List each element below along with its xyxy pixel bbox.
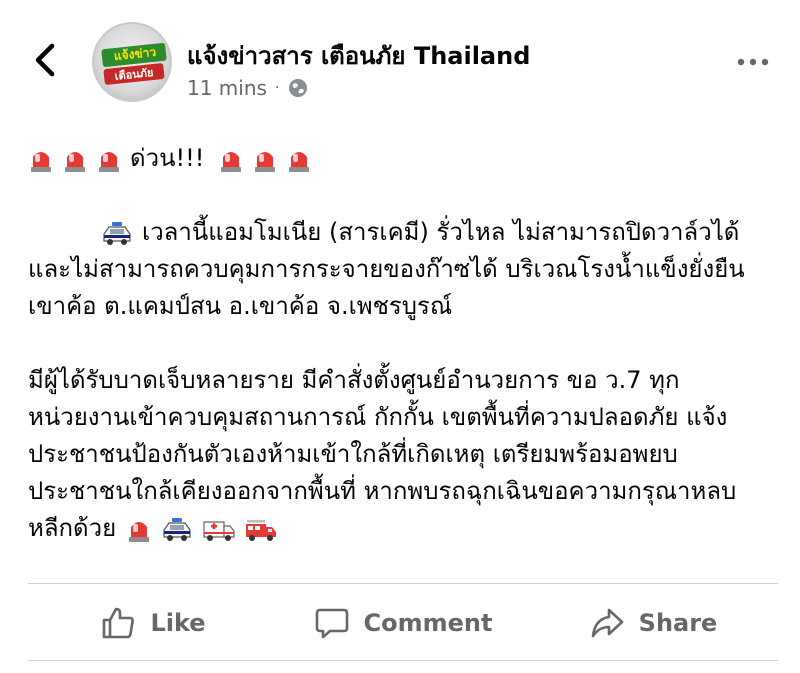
paragraph2-line: หน่วยงานเข้าควบคุมสถานการณ์ กักกั้น เขตพ… xyxy=(28,399,780,436)
paragraph2-line: หลีกด้วย xyxy=(28,510,780,547)
paragraph2-line-3: ประชาชนป้องกันตัวเองห้ามเข้าใกล้ที่เกิดเ… xyxy=(28,440,678,468)
paragraph1-line: เวลานี้แอมโมเนีย (สารเคมี) รั่วไหล ไม่สา… xyxy=(28,214,780,251)
paragraph2-line: ประชาชนป้องกันตัวเองห้ามเข้าใกล้ที่เกิดเ… xyxy=(28,436,780,473)
actions-bottom-divider xyxy=(28,660,778,661)
page-avatar[interactable]: แจ้งข่าว เตือนภัย xyxy=(92,22,172,102)
paragraph1-line-1: เวลานี้แอมโมเนีย (สารเคมี) รั่วไหล ไม่สา… xyxy=(142,218,740,246)
share-label: Share xyxy=(638,609,718,637)
police-car-icon xyxy=(163,517,191,541)
paragraph2-line-2: หน่วยงานเข้าควบคุมสถานการณ์ กักกั้น เขตพ… xyxy=(28,403,728,431)
police-car-light-icon xyxy=(289,151,310,172)
alert-text: ด่วน!!! xyxy=(130,144,205,172)
police-car-light-icon xyxy=(129,521,150,542)
thumbs-up-icon xyxy=(103,607,135,639)
police-car-icon xyxy=(103,221,131,245)
share-arrow-icon xyxy=(591,608,623,638)
back-arrow-icon[interactable] xyxy=(28,40,64,80)
meta-separator: · xyxy=(274,80,280,96)
comment-label: Comment xyxy=(363,609,493,637)
comment-bubble-icon xyxy=(315,608,348,639)
paragraph2-line: มีผู้ได้รับบาดเจ็บหลายราย มีคำสั่งตั้งศู… xyxy=(28,362,780,399)
paragraph2-line-1: มีผู้ได้รับบาดเจ็บหลายราย มีคำสั่งตั้งศู… xyxy=(28,366,680,394)
comment-button[interactable]: Comment xyxy=(278,585,528,661)
paragraph1-line: และไม่สามารถควบคุมการกระจายของก๊าซได้ บร… xyxy=(28,251,780,288)
ambulance-icon xyxy=(203,520,235,541)
share-button[interactable]: Share xyxy=(528,585,778,661)
post-actions-bar: Like Comment Share xyxy=(28,585,778,661)
paragraph1-line-2: และไม่สามารถควบคุมการกระจายของก๊าซได้ บร… xyxy=(28,255,745,283)
alert-line: ด่วน!!! xyxy=(28,140,780,177)
police-car-light-icon xyxy=(255,151,276,172)
globe-icon xyxy=(289,79,308,97)
like-button[interactable]: Like xyxy=(28,585,278,661)
post-header: แจ้งข่าว เตือนภัย แจ้งข่าวสาร เตือนภัย T… xyxy=(0,0,800,120)
paragraph2-line-4: ประชาชนใกล้เคียงออกจากพื้นที่ หากพบรถฉุก… xyxy=(28,477,737,505)
post-body: ด่วน!!! เวลานี้แอมโมเนีย (สารเคมี) รั่วไ… xyxy=(28,140,780,547)
page-name[interactable]: แจ้งข่าวสาร เตือนภัย Thailand xyxy=(187,36,530,75)
more-options-icon[interactable] xyxy=(733,52,773,72)
post-time[interactable]: 11 mins xyxy=(187,76,267,100)
post-meta: 11 mins · xyxy=(187,76,309,100)
paragraph1-line-3: เขาค้อ ต.แคมป์สน อ.เขาค้อ จ.เพชรบูรณ์ xyxy=(28,292,453,320)
like-label: Like xyxy=(150,609,206,637)
paragraph1-line: เขาค้อ ต.แคมป์สน อ.เขาค้อ จ.เพชรบูรณ์ xyxy=(28,288,780,325)
paragraph2-line-5: หลีกด้วย xyxy=(28,514,117,542)
police-car-light-icon xyxy=(99,151,119,172)
police-car-light-icon xyxy=(221,151,242,172)
paragraph2-line: ประชาชนใกล้เคียงออกจากพื้นที่ หากพบรถฉุก… xyxy=(28,473,780,510)
fire-engine-icon xyxy=(246,519,277,541)
police-car-light-icon xyxy=(31,151,51,172)
actions-top-divider xyxy=(28,583,778,584)
police-car-light-icon xyxy=(65,151,85,172)
